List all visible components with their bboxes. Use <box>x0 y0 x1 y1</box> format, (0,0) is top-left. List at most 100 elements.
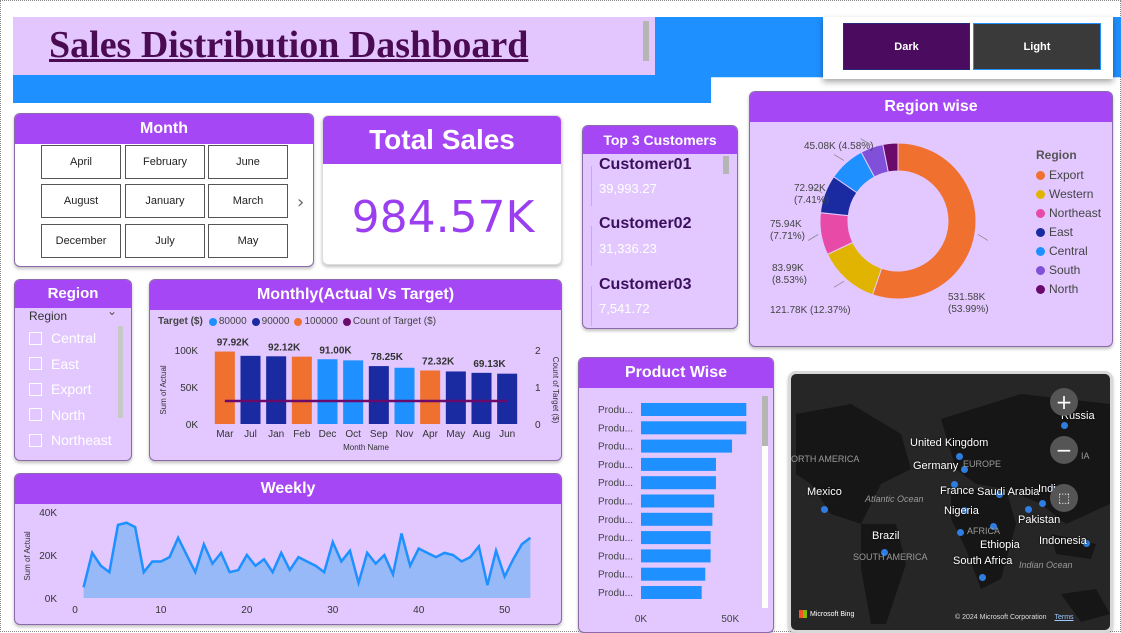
map-data-point[interactable] <box>957 529 964 536</box>
donut-label-value: 83.99K <box>772 263 804 274</box>
month-option-february[interactable]: February <box>125 145 205 179</box>
chevron-right-icon[interactable]: › <box>297 192 304 213</box>
map-data-point[interactable] <box>1061 422 1068 429</box>
product-bar-10 <box>641 567 706 581</box>
map-terms-link[interactable]: Terms <box>1055 614 1074 621</box>
monthly-legend-label: 90000 <box>261 316 290 327</box>
dark-theme-button[interactable]: Dark <box>843 23 970 70</box>
map-region-label: SOUTH AMERICA <box>853 552 928 562</box>
region-legend-title: Region <box>1036 148 1077 162</box>
total-sales-value: 984.57K <box>351 192 535 243</box>
bar-mar <box>214 351 235 424</box>
region-option-label: Central <box>51 330 97 346</box>
light-theme-button[interactable]: Light <box>973 23 1101 70</box>
month-option-january[interactable]: January <box>125 184 205 218</box>
bar-aug <box>471 372 492 424</box>
zoom-out-icon[interactable]: − <box>1050 436 1078 464</box>
bar-oct <box>343 360 364 424</box>
bar-data-label: 78.25K <box>371 352 404 363</box>
region-option-north[interactable]: North <box>29 407 85 423</box>
legend-dot-icon <box>1036 189 1045 199</box>
product-title: Product Wise <box>579 358 773 388</box>
region-legend-item-western[interactable]: Western <box>1036 187 1101 201</box>
checkbox-icon[interactable] <box>29 408 42 421</box>
map-data-point[interactable] <box>979 574 986 581</box>
donut-label-percent: (53.99%) <box>948 304 989 315</box>
select-area-icon[interactable]: ⬚ <box>1050 484 1078 512</box>
product-label: Produ... <box>598 588 633 599</box>
legend-dot-icon <box>342 317 351 326</box>
month-option-march[interactable]: March <box>208 184 288 218</box>
region-legend-item-east[interactable]: East <box>1036 225 1101 239</box>
monthly-legend-item: 100000 <box>294 316 338 327</box>
map-country-label: Germany <box>913 460 959 472</box>
x-tick-label: Mar <box>216 429 234 440</box>
x-tick-label: Sep <box>370 429 388 440</box>
region-legend-label: Export <box>1049 168 1084 182</box>
region-option-northeast[interactable]: Northeast <box>29 432 112 448</box>
region-dropdown-label[interactable]: Region <box>29 309 67 323</box>
region-scrollbar[interactable] <box>118 326 123 418</box>
region-legend: Region Export Western Northeast East Central… <box>1036 148 1101 301</box>
x-tick-label: Apr <box>422 429 438 440</box>
y2-tick-label: 2 <box>535 346 541 357</box>
region-legend-item-north[interactable]: North <box>1036 282 1101 296</box>
checkbox-icon[interactable] <box>29 357 42 370</box>
donut-data-label: 72.92K (7.41%) <box>794 183 829 206</box>
region-legend-item-export[interactable]: Export <box>1036 168 1101 182</box>
region-option-label: East <box>51 355 80 372</box>
zoom-in-icon[interactable]: + <box>1050 388 1078 416</box>
x-tick-label: Nov <box>396 429 414 440</box>
chevron-down-icon[interactable]: ⌄ <box>107 304 117 318</box>
map-data-point[interactable] <box>956 453 963 460</box>
product-label: Produ... <box>598 478 633 489</box>
x-tick-label: Feb <box>293 429 311 440</box>
bing-brand-text: Microsoft Bing <box>810 610 855 618</box>
y2-tick-label: 1 <box>535 383 541 394</box>
y-tick-label: 0K <box>45 594 58 605</box>
checkbox-icon[interactable] <box>29 331 42 345</box>
month-option-april[interactable]: April <box>41 145 121 179</box>
top-customers-title: Top 3 Customers <box>583 126 737 154</box>
checkbox-icon[interactable] <box>29 382 42 396</box>
region-option-label: Export <box>51 381 92 397</box>
month-slicer-title: Month <box>15 114 313 144</box>
bar-data-label: 92.12K <box>268 342 301 353</box>
checkbox-icon[interactable] <box>29 433 42 447</box>
x-tick-label: 0 <box>72 605 78 616</box>
month-option-july[interactable]: July <box>125 224 205 258</box>
region-option-central[interactable]: Central <box>29 330 96 346</box>
monthly-legend-label: 80000 <box>218 316 247 327</box>
donut-label-percent: (7.41%) <box>794 195 829 206</box>
month-option-may[interactable]: May <box>208 224 288 258</box>
bar-jan <box>266 356 287 424</box>
region-option-export[interactable]: Export <box>29 381 91 397</box>
map-data-point[interactable] <box>821 506 828 513</box>
map-region-label: ORTH AMERICA <box>791 454 860 464</box>
product-bar-9 <box>641 549 711 563</box>
map-data-point[interactable] <box>1025 506 1032 513</box>
month-option-august[interactable]: August <box>41 184 121 218</box>
title-scrollbar[interactable] <box>643 21 649 61</box>
weekly-title: Weekly <box>15 474 561 504</box>
region-legend-item-south[interactable]: South <box>1036 263 1101 277</box>
legend-dot-icon <box>1036 246 1045 256</box>
region-legend-label: South <box>1049 263 1081 277</box>
customers-scrollbar[interactable] <box>723 156 729 174</box>
month-option-december[interactable]: December <box>41 224 121 258</box>
month-option-june[interactable]: June <box>208 145 288 179</box>
product-card: Product Wise Produ... Produ... Produ... Pro… <box>578 357 774 633</box>
y-tick-label: 0K <box>186 420 199 431</box>
x-tick-label: 30 <box>327 605 339 616</box>
product-chart: Produ... Produ... Produ... Produ... Produ...… <box>598 403 747 625</box>
map-data-point[interactable] <box>1039 500 1046 507</box>
map-country-label: Indonesia <box>1039 535 1087 547</box>
y-tick-label: 50K <box>180 383 198 394</box>
x-tick-label: 10 <box>155 605 167 616</box>
map-region-label: IA <box>1081 451 1090 461</box>
region-legend-item-northeast[interactable]: Northeast <box>1036 206 1101 220</box>
region-option-east[interactable]: East <box>29 356 79 372</box>
bing-logo: Microsoft Bing <box>799 610 854 618</box>
x-tick-label: 50K <box>721 614 739 625</box>
region-legend-item-central[interactable]: Central <box>1036 244 1101 258</box>
